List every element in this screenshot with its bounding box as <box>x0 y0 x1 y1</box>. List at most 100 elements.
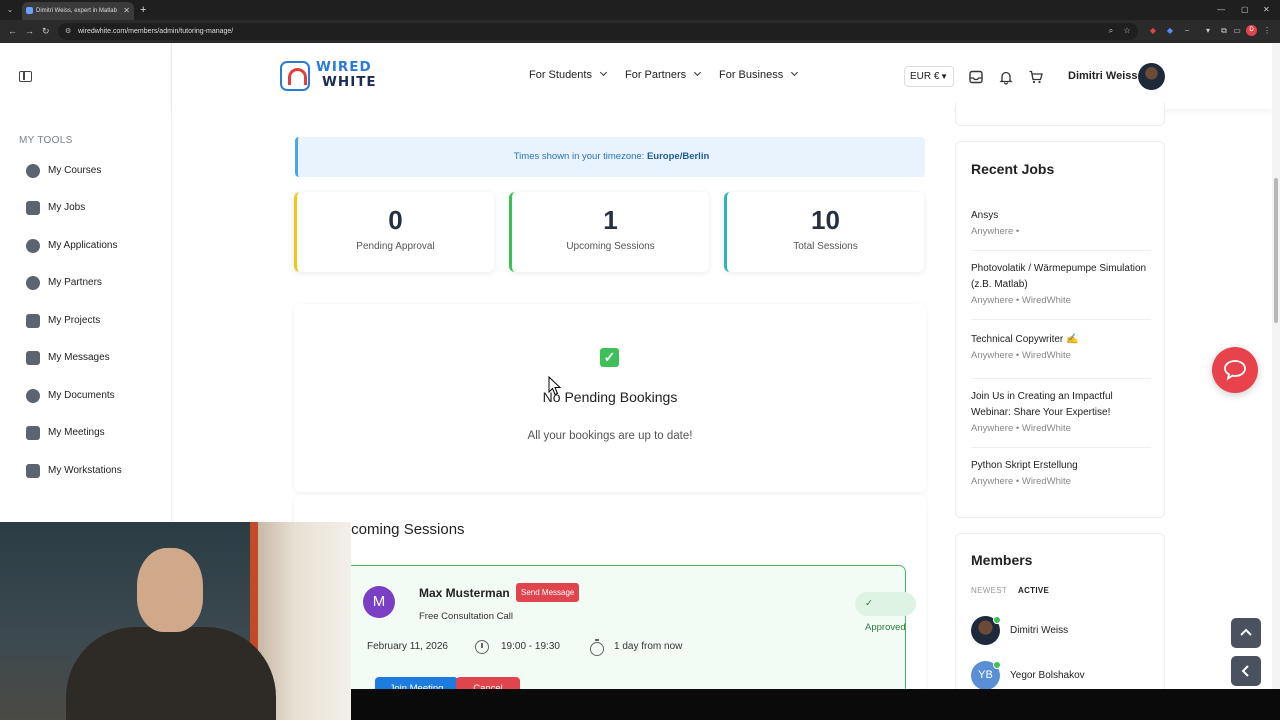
job-title[interactable]: Join Us in Creating an Impactful Webinar… <box>971 389 1151 421</box>
back-icon[interactable]: ← <box>8 24 17 39</box>
extension-pdf-icon[interactable]: ◆ <box>1148 25 1158 37</box>
extension-icon[interactable]: − <box>1182 25 1192 37</box>
job-meta: Anywhere • WiredWhite <box>971 295 1071 306</box>
url-text: wiredwhite.com/members/admin/tutoring-ma… <box>78 28 234 35</box>
currency-value: EUR € <box>910 71 940 82</box>
chat-button[interactable] <box>1212 347 1258 393</box>
user-name[interactable]: Dimitri Weiss <box>1068 70 1138 82</box>
zoom-icon[interactable]: ⌕ <box>1106 25 1116 37</box>
chat-bubble-icon <box>1224 360 1246 381</box>
divider <box>971 378 1151 379</box>
sidebar-item-my-meetings[interactable]: My Meetings <box>26 423 105 443</box>
job-item[interactable]: Photovolatik / Wärmepumpe Simulation (z.… <box>971 261 1151 309</box>
member-name[interactable]: Yegor Bolshakov <box>1010 670 1085 681</box>
reload-icon[interactable]: ↻ <box>42 24 50 39</box>
nav-for-students[interactable]: For Students <box>529 68 608 81</box>
window-close-button[interactable]: ✕ <box>1263 2 1270 18</box>
currency-select[interactable]: EUR € ▼ <box>904 66 954 87</box>
maximize-button[interactable]: ▢ <box>1241 2 1249 18</box>
tools-section-title: MY TOOLS <box>19 135 73 146</box>
chevron-up-icon <box>1240 628 1252 636</box>
sidebar-item-my-projects[interactable]: My Projects <box>26 311 100 331</box>
stat-value: 1 <box>603 205 618 235</box>
sidepanel-icon[interactable]: ▭ <box>1232 25 1242 37</box>
members-tab-newest[interactable]: NEWEST <box>971 586 1007 595</box>
nav-label: For Partners <box>625 69 687 81</box>
nav-label: For Students <box>529 69 592 81</box>
upcoming-sessions-panel: Upcoming Sessions M Max Musterman Send M… <box>294 495 926 720</box>
job-title[interactable]: Ansys <box>971 208 1151 224</box>
job-meta: Anywhere • WiredWhite <box>971 350 1071 361</box>
job-item[interactable]: Technical Copywriter ✍ Anywhere • WiredW… <box>971 332 1151 364</box>
sidebar-item-my-messages[interactable]: My Messages <box>26 348 110 368</box>
session-avatar: M <box>363 586 395 618</box>
sidebar-item-my-applications[interactable]: My Applications <box>26 236 117 256</box>
recent-jobs-widget: Recent Jobs Ansys Anywhere • Photovolati… <box>955 141 1165 518</box>
new-tab-button[interactable]: + <box>140 2 146 18</box>
scroll-to-top-button[interactable] <box>1231 618 1261 648</box>
sidebar-item-my-courses[interactable]: My Courses <box>26 161 101 181</box>
sidebar-item-label: My Messages <box>48 352 110 363</box>
tab-close-icon[interactable]: ✕ <box>123 2 130 20</box>
nav-label: For Business <box>719 69 784 81</box>
sidebar-item-my-jobs[interactable]: My Jobs <box>26 198 85 218</box>
sidebar-item-label: My Meetings <box>48 427 105 438</box>
inbox-icon[interactable] <box>968 69 984 85</box>
nav-for-partners[interactable]: For Partners <box>625 68 702 81</box>
pending-bookings-panel: ✓ No Pending Bookings All your bookings … <box>294 304 926 492</box>
job-item[interactable]: Join Us in Creating an Impactful Webinar… <box>971 389 1151 437</box>
sidebar-item-my-partners[interactable]: My Partners <box>26 273 102 293</box>
stopwatch-icon <box>590 639 604 656</box>
sidebar-toggle-icon[interactable] <box>19 71 32 82</box>
webcam-overlay <box>0 522 351 720</box>
job-title[interactable]: Technical Copywriter ✍ <box>971 332 1151 348</box>
job-item[interactable]: Ansys Anywhere • <box>971 208 1151 240</box>
extension-menu-icon[interactable]: ▾ <box>1203 25 1213 37</box>
extension-shield-icon[interactable]: ◆ <box>1165 25 1175 37</box>
recent-jobs-title: Recent Jobs <box>971 161 1055 177</box>
wiredwhite-logo[interactable]: WIRED WHITE <box>280 59 400 93</box>
bell-icon[interactable] <box>998 69 1014 85</box>
job-item[interactable]: Python Skript Erstellung Anywhere • Wire… <box>971 458 1151 490</box>
session-relative-time: 1 day from now <box>614 641 683 652</box>
favicon-icon <box>26 7 33 14</box>
sidebar-item-label: My Applications <box>48 240 118 251</box>
members-tab-active[interactable]: ACTIVE <box>1018 586 1049 595</box>
url-input[interactable]: ⚙ wiredwhite.com/members/admin/tutoring-… <box>58 23 1138 40</box>
forward-icon[interactable]: → <box>25 24 34 39</box>
user-avatar[interactable] <box>1138 63 1165 90</box>
browser-menu-icon[interactable]: ⋮ <box>1262 25 1272 37</box>
sidebar-item-label: My Partners <box>48 277 102 288</box>
job-title[interactable]: Python Skript Erstellung <box>971 458 1151 474</box>
page-scrollbar[interactable] <box>1272 43 1280 720</box>
timezone-banner: Times shown in your timezone: Europe/Ber… <box>295 137 925 177</box>
webcam-person-head <box>137 548 203 632</box>
stat-label: Upcoming Sessions <box>566 241 655 252</box>
session-type: Free Consultation Call <box>419 611 513 622</box>
job-title[interactable]: Photovolatik / Wärmepumpe Simulation (z.… <box>971 261 1151 293</box>
bookmark-star-icon[interactable]: ☆ <box>1122 25 1132 37</box>
site-info-icon[interactable]: ⚙ <box>65 23 71 40</box>
tab-title: Dimitri Weiss, expert in Matlab <box>36 8 117 14</box>
logo-line1: WIRED <box>316 59 372 75</box>
sidebar-item-my-documents[interactable]: My Documents <box>26 386 115 406</box>
send-message-button[interactable]: Send Message <box>516 583 580 602</box>
browser-tab[interactable]: Dimitri Weiss, expert in Matlab ✕ <box>22 2 134 20</box>
sidebar-item-label: My Courses <box>48 165 102 176</box>
tab-search-icon[interactable]: ⌄ <box>4 3 16 17</box>
profile-icon[interactable]: D <box>1246 25 1257 36</box>
cart-icon[interactable] <box>1028 69 1044 85</box>
member-name[interactable]: Dimitri Weiss <box>1010 625 1068 636</box>
nav-for-business[interactable]: For Business <box>719 68 799 81</box>
mouse-cursor-icon <box>548 376 562 396</box>
minimize-button[interactable]: — <box>1217 2 1225 18</box>
extensions-puzzle-icon[interactable]: ⧉ <box>1219 25 1229 37</box>
divider <box>971 447 1151 448</box>
collapse-sidebar-button[interactable] <box>1231 656 1261 686</box>
job-meta: Anywhere • WiredWhite <box>971 476 1071 487</box>
sidebar-item-my-workstations[interactable]: My Workstations <box>26 461 122 481</box>
scrollbar-thumb[interactable] <box>1274 178 1278 323</box>
bottom-dark-strip <box>351 689 1280 720</box>
courses-icon <box>26 164 40 178</box>
address-bar-row: ← → ↻ ⚙ wiredwhite.com/members/admin/tut… <box>0 20 1280 43</box>
